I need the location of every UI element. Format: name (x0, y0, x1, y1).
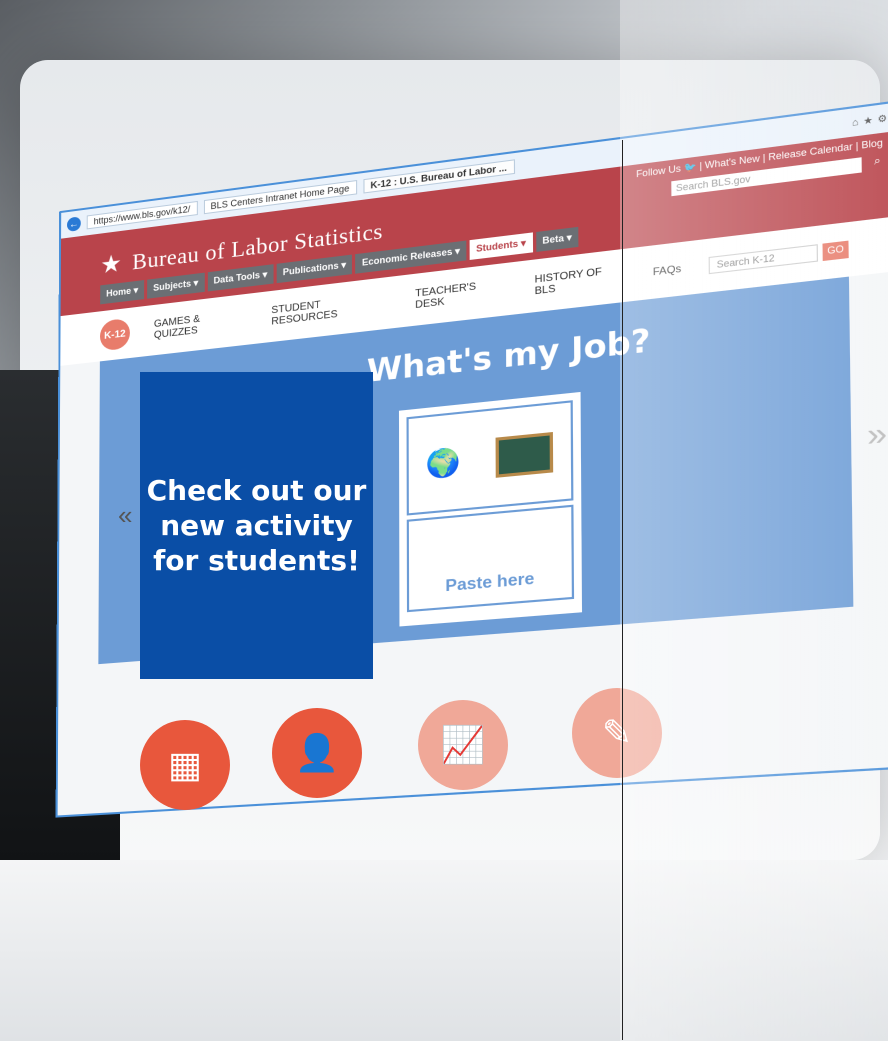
nav-subjects[interactable]: Subjects ▾ (147, 272, 205, 299)
k12-search: Search K-12 GO (708, 240, 849, 275)
go-button[interactable]: GO (822, 240, 849, 262)
certificate-icon[interactable]: ✎ (572, 688, 662, 778)
nav-home[interactable]: Home ▾ (100, 280, 145, 305)
window-controls: ⌂ ★ ⚙ (852, 112, 887, 129)
chalkboard-icon (495, 431, 554, 478)
paste-area: Paste here (406, 504, 575, 613)
star-icon[interactable]: ★ (863, 114, 873, 127)
k12-badge[interactable]: K-12 (99, 317, 130, 352)
crossword-icon[interactable]: ▦ (140, 720, 230, 810)
divider-line (622, 140, 623, 1040)
nav-faqs[interactable]: FAQs (653, 263, 682, 278)
nav-data-tools[interactable]: Data Tools ▾ (207, 264, 274, 292)
job-card: 🌍 Paste here (398, 391, 583, 627)
nav-student-resources[interactable]: STUDENT RESOURCES (271, 291, 389, 327)
nav-history-of-bls[interactable]: HISTORY OF BLS (535, 264, 626, 297)
nav-publications[interactable]: Publications ▾ (276, 254, 353, 284)
card-illustration: 🌍 (406, 400, 574, 516)
hero-title: What's my Job? (366, 322, 651, 391)
back-button[interactable]: ← (66, 216, 81, 232)
nav-beta[interactable]: Beta ▾ (535, 226, 579, 253)
star-logo-icon: ★ (100, 250, 123, 280)
next-arrow-icon[interactable]: » (867, 415, 888, 454)
gear-icon[interactable]: ⚙ (878, 112, 888, 125)
callout-box: Check out our new activity for students! (140, 372, 373, 679)
monitor-base (0, 860, 888, 1041)
twitter-icon[interactable]: 🐦 (684, 161, 700, 173)
prev-arrow-icon[interactable]: « (118, 500, 132, 531)
nav-teachers-desk[interactable]: TEACHER'S DESK (415, 277, 508, 311)
teacher-icon[interactable]: 📈 (418, 700, 508, 790)
paste-here-label: Paste here (445, 570, 535, 596)
nav-students[interactable]: Students ▾ (469, 232, 533, 260)
nav-games-quizzes[interactable]: GAMES & QUIZZES (154, 308, 247, 342)
category-icons: ▦ 👤 📈 ✎ (140, 688, 740, 810)
search-k12-input[interactable]: Search K-12 (708, 244, 818, 275)
globe-icon: 🌍 (425, 444, 462, 480)
search-icon[interactable]: ⌕ (874, 155, 881, 168)
reader-icon[interactable]: 👤 (272, 708, 362, 798)
home-icon[interactable]: ⌂ (852, 116, 859, 129)
follow-us-link[interactable]: Follow Us (636, 163, 681, 179)
callout-text: Check out our new activity for students! (146, 474, 367, 577)
